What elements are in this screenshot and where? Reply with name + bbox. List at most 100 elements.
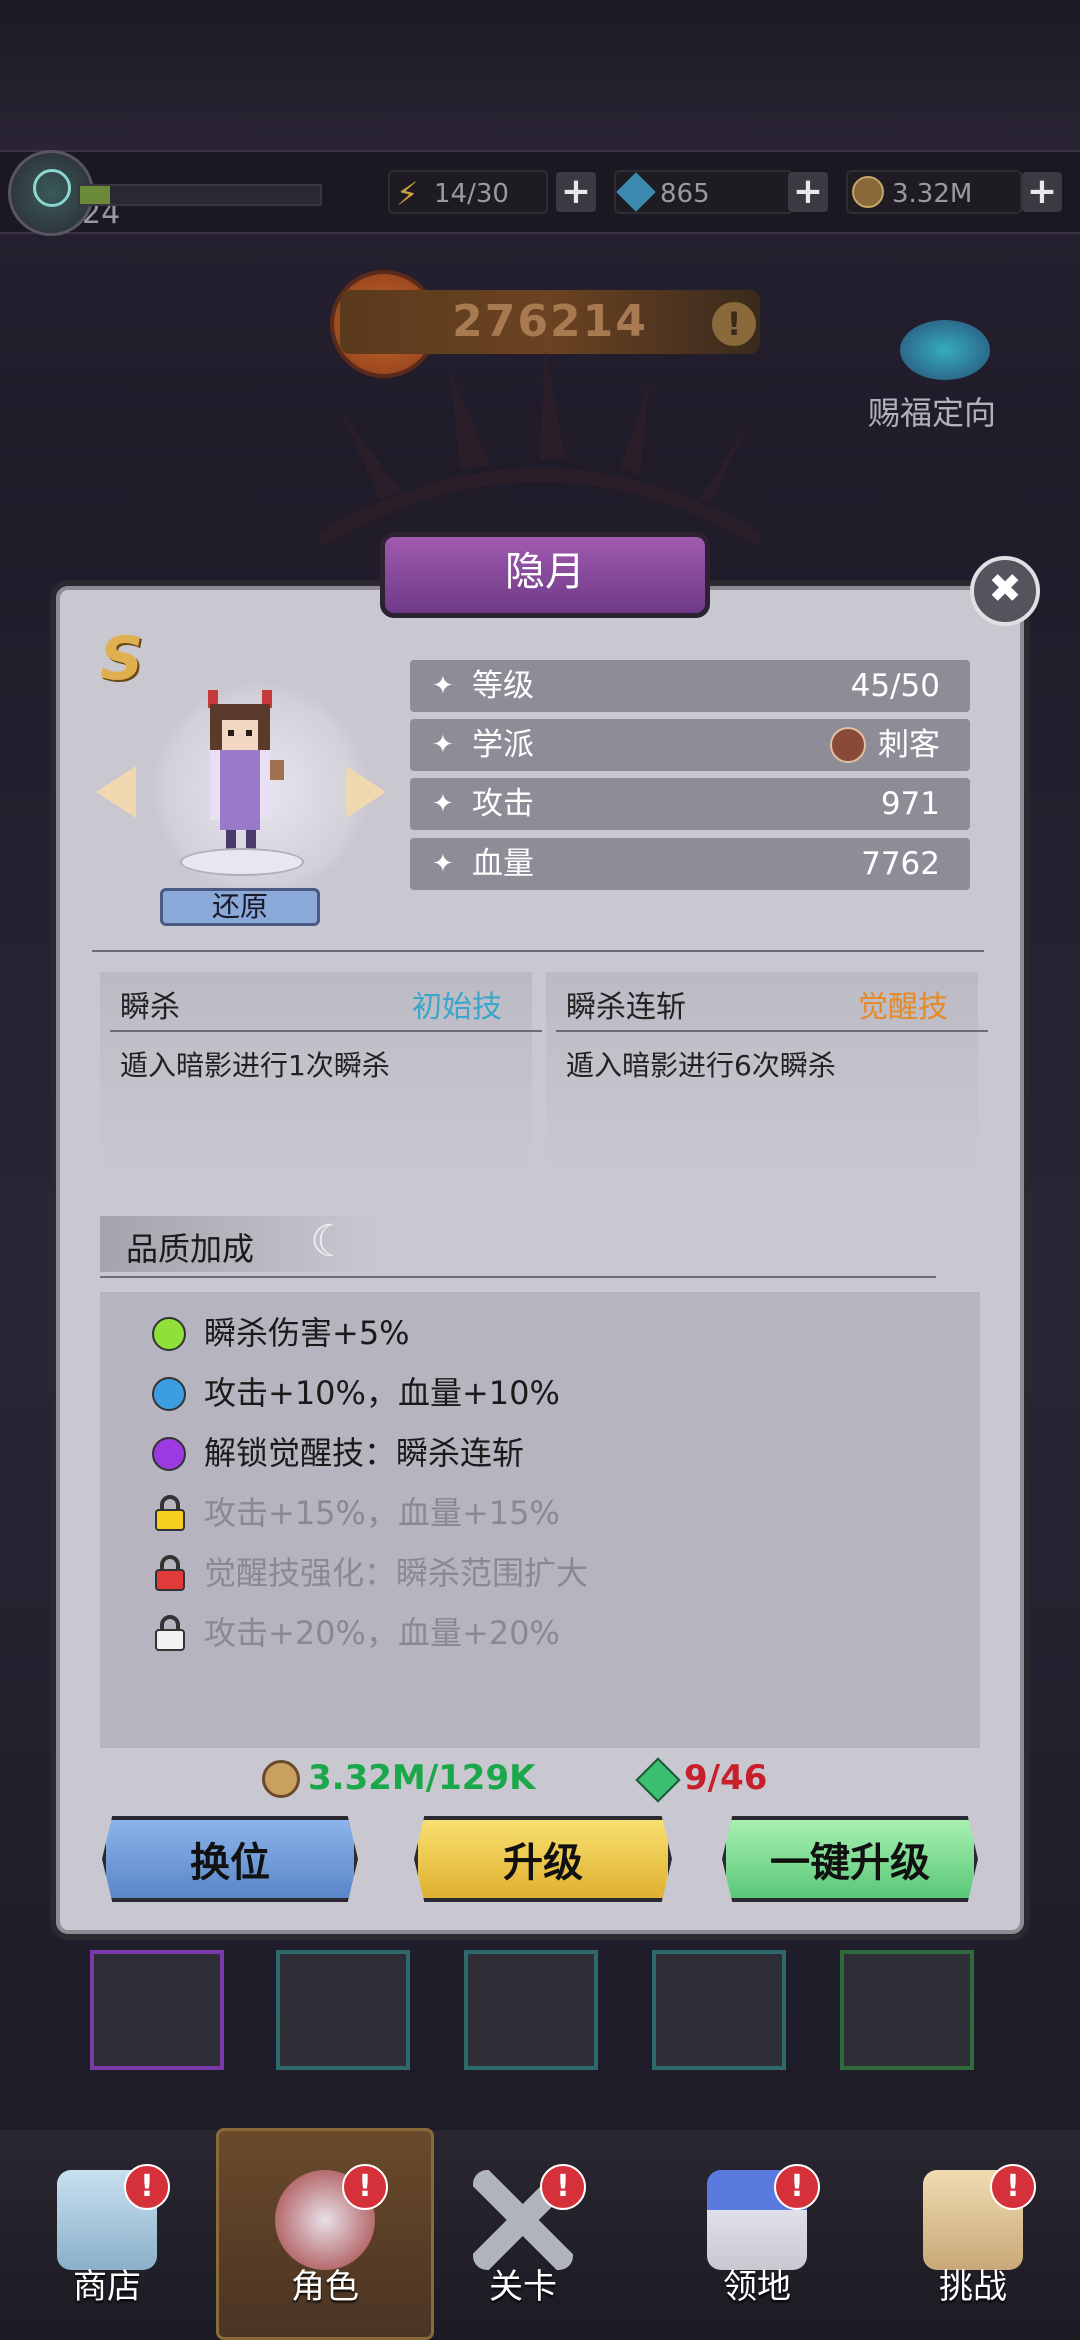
notification-badge: ! bbox=[342, 2164, 388, 2210]
blessing-label[interactable]: 赐福定向 bbox=[868, 388, 996, 434]
stat-label: 攻击 bbox=[472, 786, 534, 822]
stat-value: 刺客 bbox=[878, 727, 940, 763]
stat-star-icon: ✦ bbox=[432, 789, 454, 819]
combat-power-value: 276214 bbox=[452, 296, 648, 347]
power-info-icon[interactable]: ! bbox=[712, 302, 756, 346]
nav-label: 挑战 bbox=[939, 2267, 1007, 2307]
combat-power: 276214 bbox=[340, 290, 760, 354]
bonus-text: 攻击+10%，血量+10% bbox=[204, 1374, 560, 1412]
xp-bar bbox=[78, 184, 322, 206]
xp-bar-fill bbox=[80, 186, 110, 204]
background-hall bbox=[0, 0, 1080, 150]
gold-cost-value: 3.32M/129K bbox=[308, 1758, 536, 1798]
bonus-text: 解锁觉醒技：瞬杀连斩 bbox=[204, 1434, 525, 1472]
nav-territory[interactable]: ! 领地 bbox=[672, 2164, 842, 2320]
swap-position-button[interactable]: 换位 bbox=[102, 1816, 358, 1902]
green-dot-icon bbox=[152, 1317, 186, 1351]
nav-shop[interactable]: ! 商店 bbox=[22, 2164, 192, 2320]
add-gems-button[interactable]: + bbox=[788, 172, 828, 212]
gem-value: 865 bbox=[660, 179, 710, 209]
skill-divider bbox=[556, 1030, 988, 1032]
stat-value: 7762 bbox=[861, 846, 940, 882]
section-divider bbox=[92, 950, 984, 952]
stat-label: 等级 bbox=[472, 668, 534, 704]
skill-description: 遁入暗影进行1次瞬杀 bbox=[120, 1049, 390, 1082]
gem-counter: 865 bbox=[614, 170, 794, 214]
gold-coin-icon bbox=[262, 1760, 300, 1798]
stat-label: 学派 bbox=[472, 727, 534, 763]
gold-value: 3.32M bbox=[892, 179, 973, 209]
notification-badge: ! bbox=[774, 2164, 820, 2210]
skill-name: 瞬杀连斩 bbox=[566, 990, 686, 1025]
bonus-item: 攻击+10%，血量+10% bbox=[152, 1373, 952, 1413]
shard-cost-value: 9/46 bbox=[684, 1758, 768, 1798]
bonus-item: 瞬杀伤害+5% bbox=[152, 1313, 952, 1353]
quality-divider bbox=[100, 1276, 936, 1278]
quality-bonus-header: 品质加成 ☾ bbox=[100, 1216, 380, 1272]
stat-value: 971 bbox=[880, 786, 940, 822]
nav-stages[interactable]: ! 关卡 bbox=[438, 2164, 608, 2320]
swap-label: 换位 bbox=[190, 1840, 270, 1886]
character-pedestal bbox=[180, 848, 304, 876]
stat-row-school: ✦ 学派 刺客 bbox=[410, 719, 970, 771]
notification-badge: ! bbox=[990, 2164, 1036, 2210]
stat-row-attack: ✦ 攻击 971 bbox=[410, 778, 970, 830]
yellow-lock-icon bbox=[154, 1495, 186, 1531]
close-button[interactable]: ✖ bbox=[970, 556, 1040, 626]
bonus-text: 攻击+15%，血量+15% bbox=[204, 1494, 560, 1532]
bonus-item: 解锁觉醒技：瞬杀连斩 bbox=[152, 1433, 952, 1473]
energy-value: 14/30 bbox=[434, 179, 509, 209]
skill-divider bbox=[110, 1030, 542, 1032]
rank-badge: S bbox=[100, 624, 144, 694]
bonus-text: 攻击+20%，血量+20% bbox=[204, 1614, 560, 1652]
skill-type-tag: 初始技 bbox=[412, 990, 502, 1025]
hero-card[interactable] bbox=[652, 1950, 786, 2070]
gem-icon bbox=[616, 172, 656, 212]
restore-label: 还原 bbox=[211, 890, 268, 923]
stat-row-level: ✦ 等级 45/50 bbox=[410, 660, 970, 712]
skill-card-awakening[interactable]: 瞬杀连斩 觉醒技 遁入暗影进行6次瞬杀 bbox=[546, 972, 988, 1172]
hero-card[interactable] bbox=[276, 1950, 410, 2070]
character-name-banner: 隐月 bbox=[380, 532, 710, 618]
stat-row-hp: ✦ 血量 7762 bbox=[410, 838, 970, 890]
thorn-crown-decoration bbox=[316, 350, 764, 547]
gold-counter: 3.32M bbox=[846, 170, 1022, 214]
max-upgrade-label: 一键升级 bbox=[770, 1840, 930, 1886]
restore-appearance-button[interactable]: 还原 bbox=[160, 888, 320, 926]
add-energy-button[interactable]: + bbox=[556, 172, 596, 212]
blessing-portal-icon[interactable] bbox=[900, 320, 990, 380]
blue-dot-icon bbox=[152, 1377, 186, 1411]
stat-label: 血量 bbox=[472, 846, 534, 882]
nav-character[interactable]: ! 角色 bbox=[240, 2164, 410, 2320]
hero-card[interactable] bbox=[840, 1950, 974, 2070]
previous-character-button[interactable] bbox=[96, 766, 136, 818]
stat-star-icon: ✦ bbox=[432, 671, 454, 701]
next-character-button[interactable] bbox=[346, 766, 386, 818]
lightning-icon: ⚡ bbox=[396, 175, 419, 213]
quality-bonus-title: 品质加成 bbox=[126, 1230, 255, 1268]
assassin-school-icon bbox=[830, 727, 866, 763]
add-gold-button[interactable]: + bbox=[1022, 172, 1062, 212]
white-lock-icon bbox=[154, 1615, 186, 1651]
skill-card-initial[interactable]: 瞬杀 初始技 遁入暗影进行1次瞬杀 bbox=[100, 972, 542, 1172]
red-lock-icon bbox=[154, 1555, 186, 1591]
upgrade-button[interactable]: 升级 bbox=[414, 1816, 672, 1902]
nav-label: 角色 bbox=[291, 2267, 359, 2307]
moon-icon: ☾ bbox=[310, 1216, 350, 1267]
nav-challenge[interactable]: ! 挑战 bbox=[888, 2164, 1058, 2320]
notification-badge: ! bbox=[540, 2164, 586, 2210]
hero-card[interactable] bbox=[464, 1950, 598, 2070]
energy-counter: ⚡ 14/30 bbox=[388, 170, 548, 214]
bonus-item-locked: 攻击+20%，血量+20% bbox=[152, 1613, 952, 1653]
bonus-text: 瞬杀伤害+5% bbox=[204, 1314, 410, 1352]
nav-label: 商店 bbox=[73, 2267, 141, 2307]
player-level-icon bbox=[33, 169, 71, 207]
character-name: 隐月 bbox=[505, 549, 585, 595]
nav-label: 领地 bbox=[723, 2267, 791, 2307]
hero-card[interactable] bbox=[90, 1950, 224, 2070]
nav-label: 关卡 bbox=[489, 2267, 557, 2307]
skill-name: 瞬杀 bbox=[120, 990, 180, 1025]
max-upgrade-button[interactable]: 一键升级 bbox=[722, 1816, 978, 1902]
bonus-text: 觉醒技强化：瞬杀范围扩大 bbox=[204, 1554, 589, 1592]
stat-star-icon: ✦ bbox=[432, 849, 454, 879]
